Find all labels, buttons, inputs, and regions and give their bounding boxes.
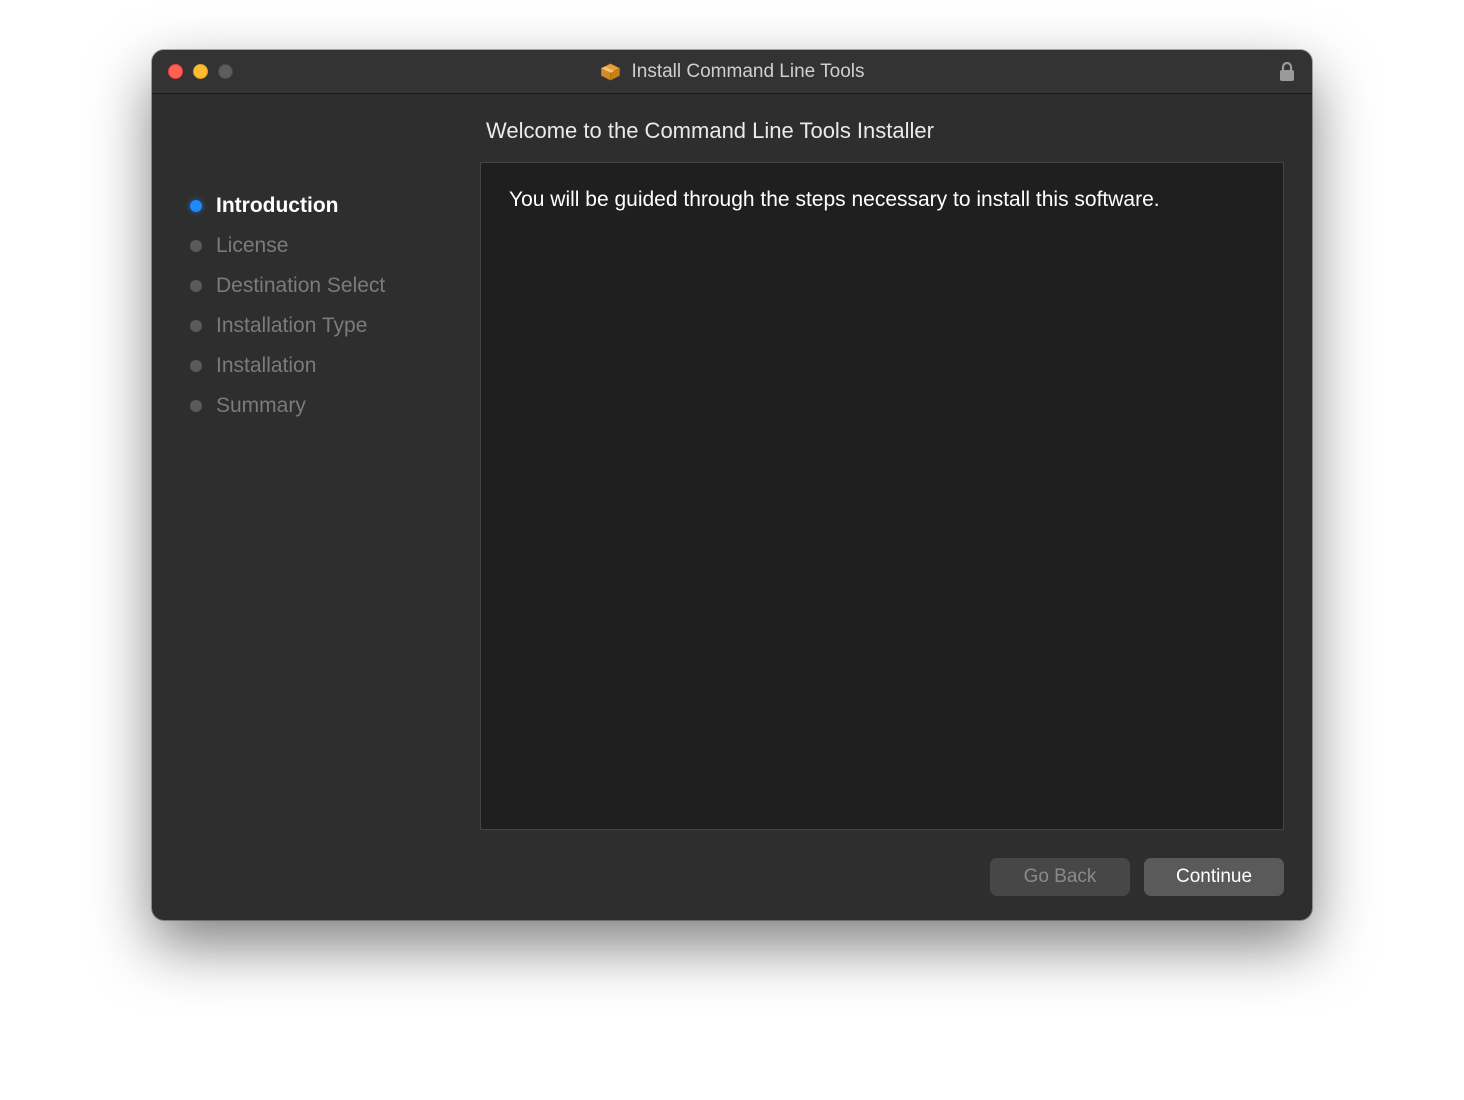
step-label: Installation Type [216, 314, 367, 338]
main-row: Introduction License Destination Select … [180, 116, 1284, 830]
installer-window: Install Command Line Tools Introduction … [152, 50, 1312, 920]
go-back-button: Go Back [990, 858, 1130, 896]
step-installation: Installation [190, 346, 480, 386]
continue-button[interactable]: Continue [1144, 858, 1284, 896]
titlebar: Install Command Line Tools [152, 50, 1312, 94]
step-label: Destination Select [216, 274, 385, 298]
step-installation-type: Installation Type [190, 306, 480, 346]
step-summary: Summary [190, 386, 480, 426]
maximize-button [218, 64, 233, 79]
step-bullet-icon [190, 360, 202, 372]
content-area: Welcome to the Command Line Tools Instal… [480, 116, 1284, 830]
step-bullet-icon [190, 400, 202, 412]
window-controls [168, 64, 233, 79]
package-icon [599, 61, 621, 83]
step-label: License [216, 234, 288, 258]
step-bullet-icon [190, 200, 202, 212]
step-bullet-icon [190, 240, 202, 252]
minimize-button[interactable] [193, 64, 208, 79]
step-destination-select: Destination Select [190, 266, 480, 306]
content-heading: Welcome to the Command Line Tools Instal… [480, 116, 1284, 162]
step-bullet-icon [190, 320, 202, 332]
step-label: Introduction [216, 194, 338, 218]
step-license: License [190, 226, 480, 266]
window-title-text: Install Command Line Tools [631, 61, 864, 83]
steps-sidebar: Introduction License Destination Select … [180, 116, 480, 830]
content-body-text: You will be guided through the steps nec… [509, 185, 1255, 215]
close-button[interactable] [168, 64, 183, 79]
step-introduction: Introduction [190, 186, 480, 226]
step-label: Summary [216, 394, 306, 418]
footer: Go Back Continue [180, 850, 1284, 896]
window-title: Install Command Line Tools [599, 61, 864, 83]
content-box: You will be guided through the steps nec… [480, 162, 1284, 830]
step-bullet-icon [190, 280, 202, 292]
lock-icon[interactable] [1278, 61, 1296, 83]
window-body: Introduction License Destination Select … [152, 94, 1312, 920]
step-label: Installation [216, 354, 316, 378]
